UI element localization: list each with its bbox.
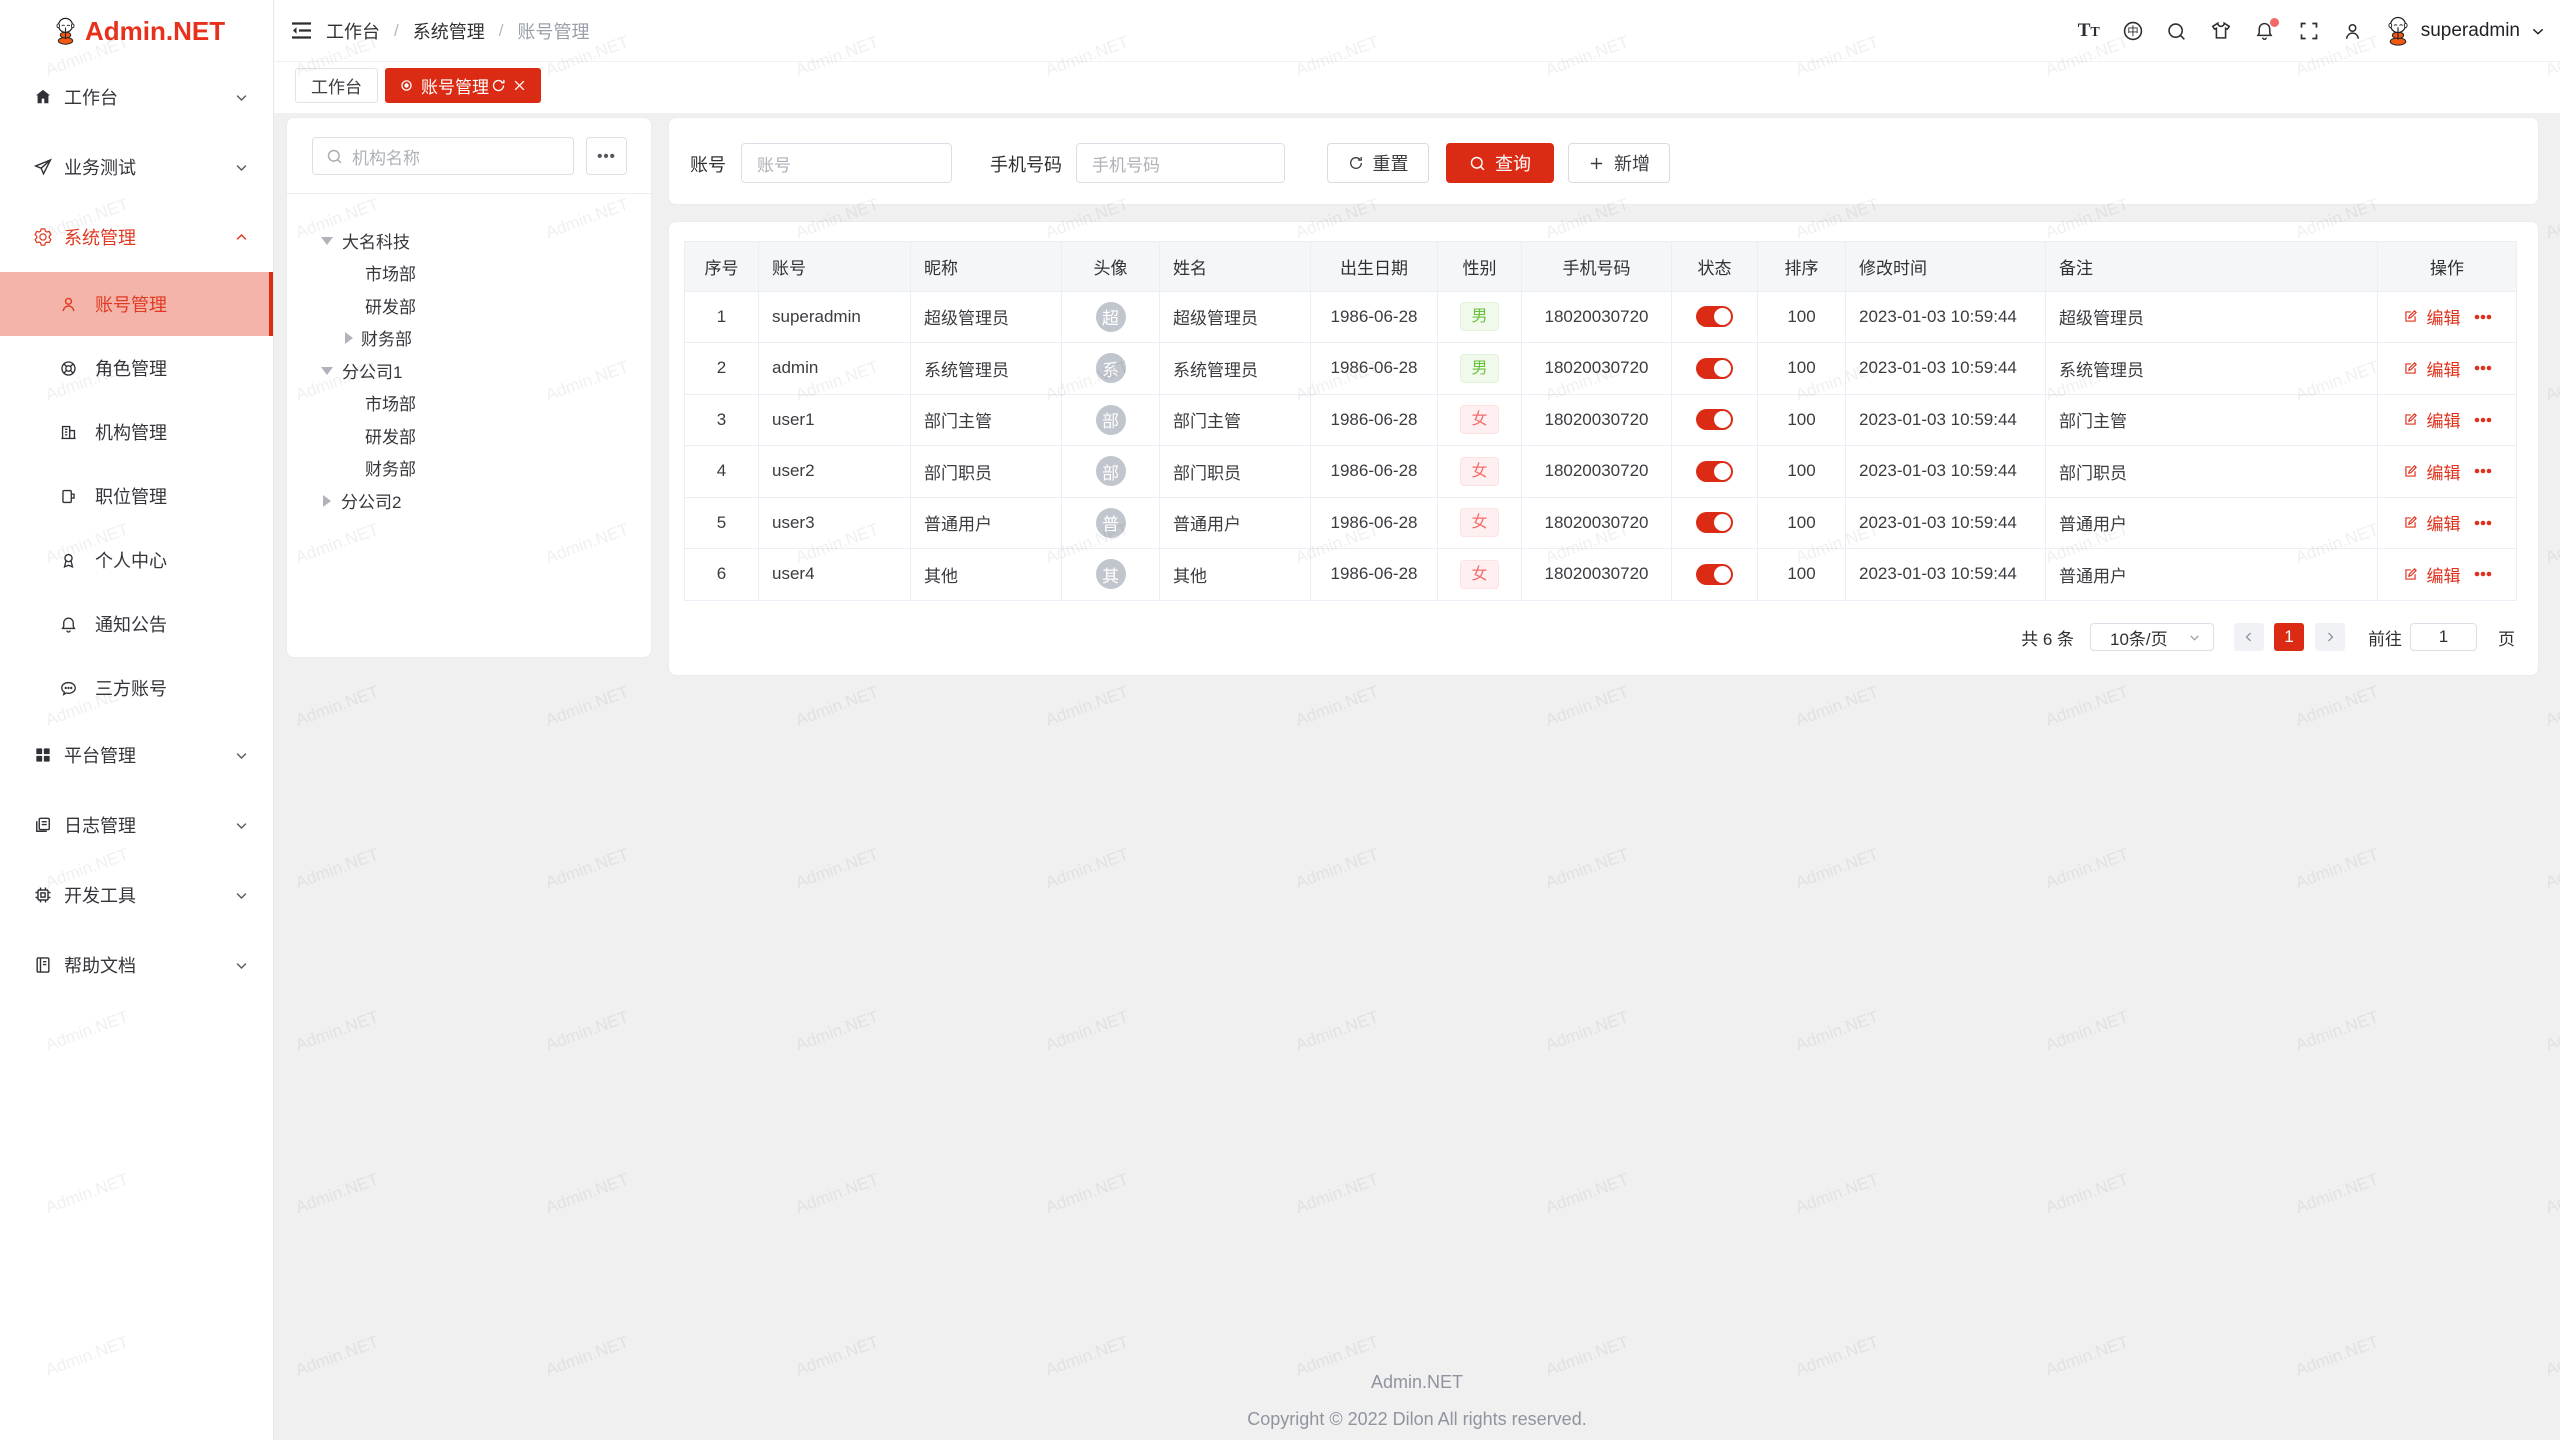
svg-text:中: 中: [2127, 25, 2138, 38]
